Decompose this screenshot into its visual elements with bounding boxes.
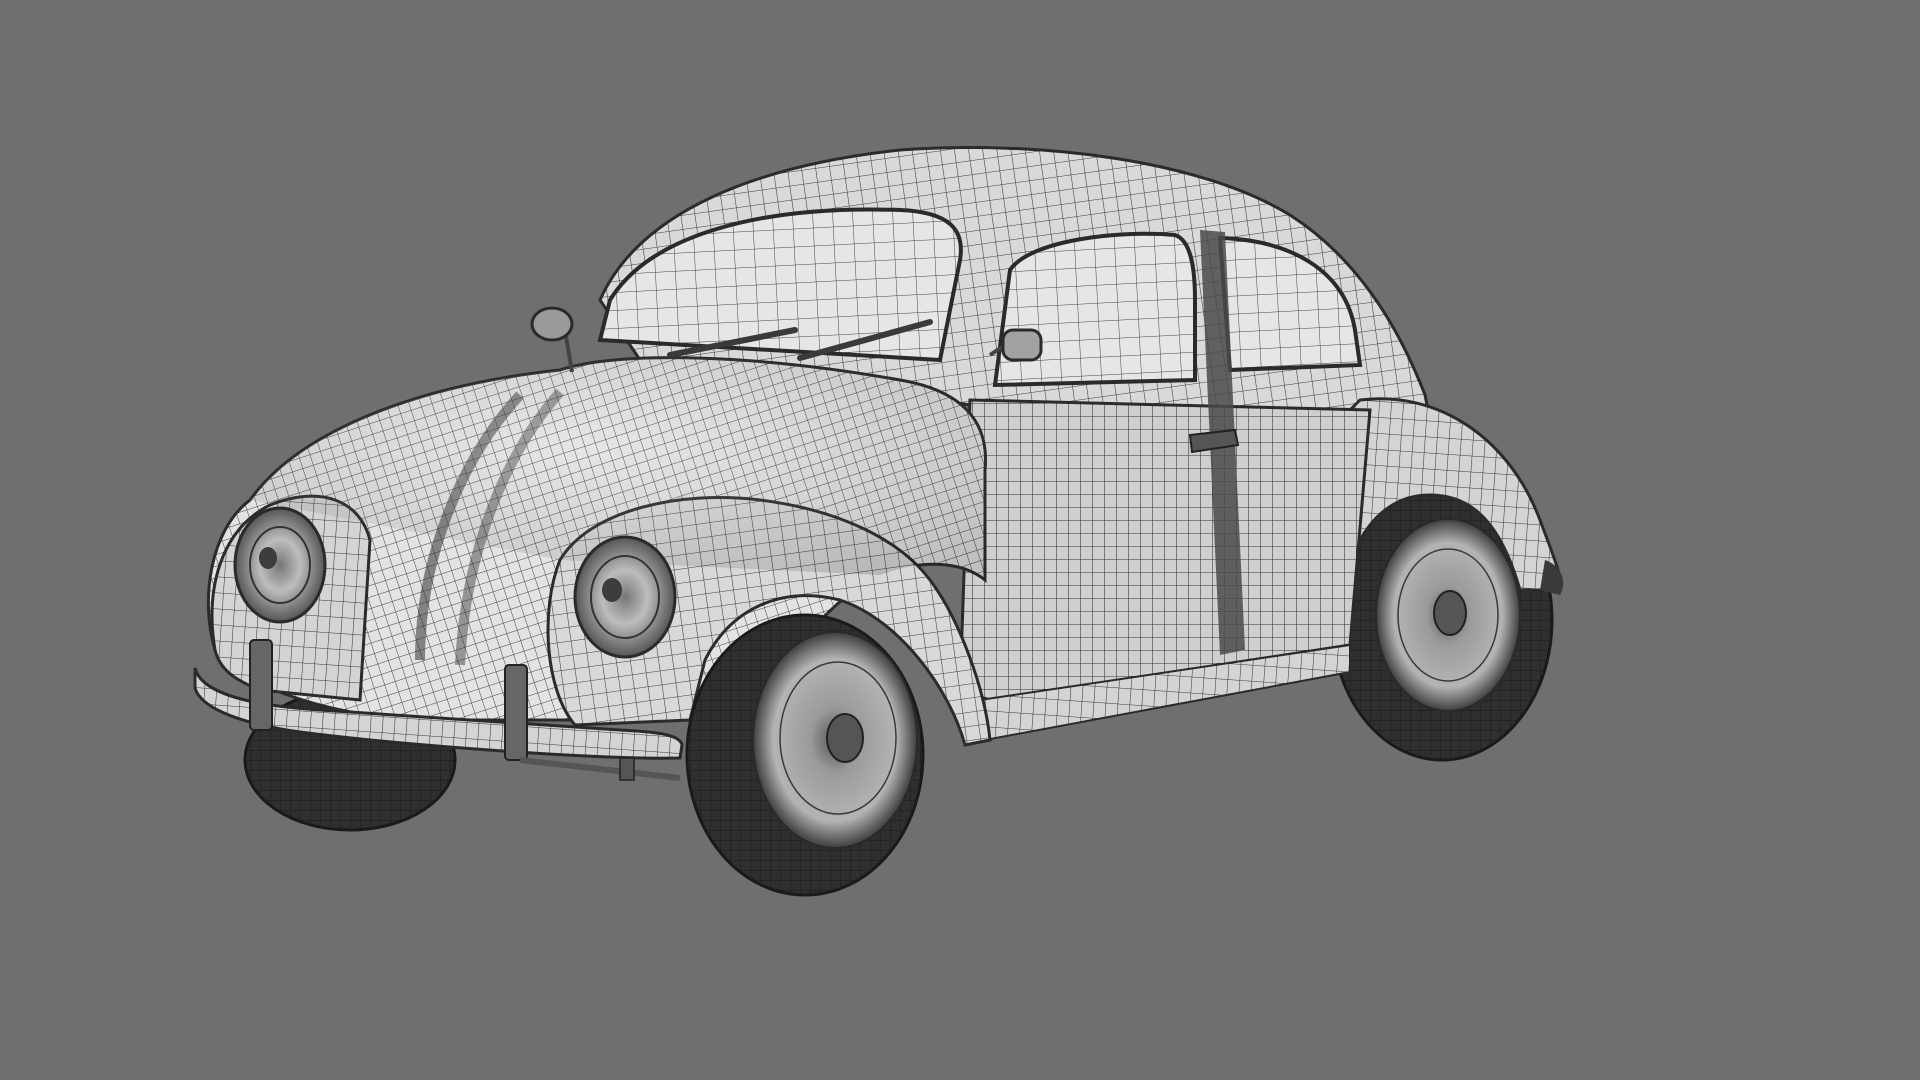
front-right-wheel xyxy=(685,613,925,897)
headlight-right xyxy=(573,535,677,659)
headlight-left xyxy=(233,506,327,624)
render-viewport xyxy=(0,0,1920,1080)
car-wireframe-render xyxy=(193,146,1564,897)
side-mirror-left xyxy=(530,306,574,373)
